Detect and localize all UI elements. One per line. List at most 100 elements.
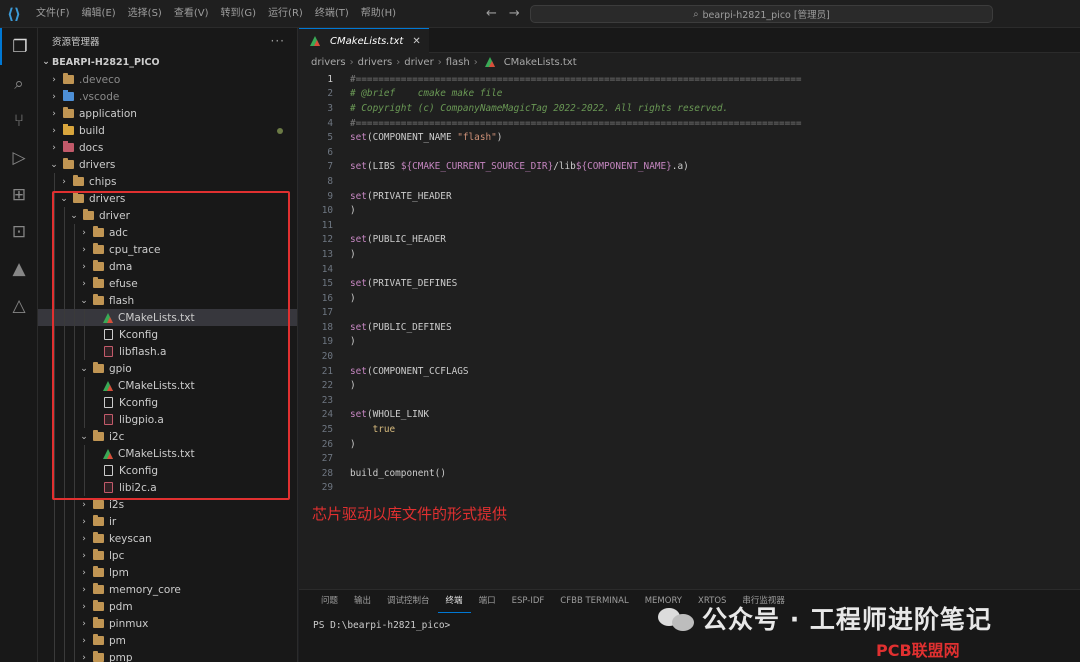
code-line[interactable]: 5 set(COMPONENT_NAME "flash") <box>299 130 1080 145</box>
menu-item[interactable]: 查看(V) <box>168 0 215 28</box>
tree-item[interactable]: CMakeLists.txt <box>38 377 297 394</box>
breadcrumb-item[interactable]: flash <box>446 57 470 68</box>
panel-tab[interactable]: 输出 <box>346 590 379 612</box>
code-line[interactable]: 11 <box>299 218 1080 233</box>
code-line[interactable]: 20 <box>299 349 1080 364</box>
tree-item[interactable]: › memory_core <box>38 581 297 598</box>
back-arrow-icon[interactable]: ← <box>486 0 497 28</box>
tree-item[interactable]: ⌄ drivers <box>38 156 297 173</box>
tree-item[interactable]: CMakeLists.txt <box>38 445 297 462</box>
panel-tab[interactable]: 终端 <box>437 590 471 613</box>
forward-arrow-icon[interactable]: → <box>509 0 520 28</box>
code-line[interactable]: 3 # Copyright (c) CompanyNameMagicTag 202… <box>299 101 1080 116</box>
breadcrumb-item[interactable]: CMakeLists.txt <box>504 57 577 68</box>
tree-item[interactable]: › .deveco <box>38 71 297 88</box>
tree-item[interactable]: ⌄ driver <box>38 207 297 224</box>
menu-item[interactable]: 帮助(H) <box>355 0 402 28</box>
remote-explorer-icon[interactable]: ⊡ <box>0 213 38 250</box>
tree-item[interactable]: › i2s <box>38 496 297 513</box>
code-line[interactable]: 13) <box>299 247 1080 262</box>
code-line[interactable]: 12 set(PUBLIC_HEADER <box>299 233 1080 248</box>
menu-item[interactable]: 终端(T) <box>309 0 355 28</box>
deveco-icon[interactable]: △ <box>0 287 38 324</box>
code-line[interactable]: 22) <box>299 378 1080 393</box>
code-line[interactable]: 21 set(COMPONENT_CCFLAGS <box>299 364 1080 379</box>
tree-item[interactable]: › pm <box>38 632 297 649</box>
code-line[interactable]: 18 set(PUBLIC_DEFINES <box>299 320 1080 335</box>
tree-item[interactable]: › ir <box>38 513 297 530</box>
code-line[interactable]: 14 <box>299 262 1080 277</box>
tree-item[interactable]: libgpio.a <box>38 411 297 428</box>
source-control-icon[interactable]: ⑂ <box>0 102 38 139</box>
tree-item[interactable]: › keyscan <box>38 530 297 547</box>
code-line[interactable]: 25 true <box>299 422 1080 437</box>
tree-item[interactable]: › lpm <box>38 564 297 581</box>
cmake-icon[interactable]: ▲ <box>0 250 38 287</box>
tree-item[interactable]: ⌄ drivers <box>38 190 297 207</box>
more-actions-icon[interactable]: ··· <box>271 34 285 48</box>
tree-item[interactable]: › adc <box>38 224 297 241</box>
code-line[interactable]: 7 set(LIBS ${CMAKE_CURRENT_SOURCE_DIR}/li… <box>299 160 1080 175</box>
code-line[interactable]: 6 <box>299 145 1080 160</box>
panel-tab[interactable]: CFBB TERMINAL <box>552 590 636 612</box>
tree-item[interactable]: › .vscode <box>38 88 297 105</box>
menu-item[interactable]: 转到(G) <box>215 0 263 28</box>
tree-item[interactable]: › pinmux <box>38 615 297 632</box>
code-line[interactable]: 17 <box>299 306 1080 321</box>
tree-item[interactable]: › chips <box>38 173 297 190</box>
workspace-header[interactable]: ⌄ BEARPI-H2821_PICO <box>38 53 297 71</box>
tree-item[interactable]: › efuse <box>38 275 297 292</box>
panel-tab[interactable]: ESP-IDF <box>504 590 553 612</box>
code-line[interactable]: 2 # @brief cmake make file <box>299 87 1080 102</box>
menu-item[interactable]: 编辑(E) <box>76 0 122 28</box>
explorer-icon[interactable]: ❐ <box>0 28 38 65</box>
code-line[interactable]: 4 #======================================… <box>299 116 1080 131</box>
code-line[interactable]: 10) <box>299 203 1080 218</box>
code-line[interactable]: 23 <box>299 393 1080 408</box>
tree-item[interactable]: ⌄ gpio <box>38 360 297 377</box>
code-editor[interactable]: 1 #======================================… <box>299 72 1080 495</box>
tree-item[interactable]: CMakeLists.txt <box>38 309 297 326</box>
code-line[interactable]: 29 <box>299 481 1080 496</box>
code-line[interactable]: 27 <box>299 451 1080 466</box>
menu-item[interactable]: 文件(F) <box>30 0 76 28</box>
code-line[interactable]: 26) <box>299 437 1080 452</box>
tab-cmakelists[interactable]: CMakeLists.txt ✕ <box>299 28 429 53</box>
tree-item[interactable]: Kconfig <box>38 326 297 343</box>
panel-tab[interactable]: 调试控制台 <box>379 590 438 612</box>
breadcrumb-item[interactable]: drivers <box>358 57 393 68</box>
code-line[interactable]: 28 build_component() <box>299 466 1080 481</box>
code-line[interactable]: 24 set(WHOLE_LINK <box>299 408 1080 423</box>
tree-item[interactable]: libi2c.a <box>38 479 297 496</box>
code-line[interactable]: 19) <box>299 335 1080 350</box>
menu-item[interactable]: 运行(R) <box>262 0 309 28</box>
tree-item[interactable]: › pdm <box>38 598 297 615</box>
code-line[interactable]: 8 <box>299 174 1080 189</box>
extensions-icon[interactable]: ⊞ <box>0 176 38 213</box>
tree-item[interactable]: › build <box>38 122 297 139</box>
run-debug-icon[interactable]: ▷ <box>0 139 38 176</box>
close-icon[interactable]: ✕ <box>412 36 420 47</box>
tree-item[interactable]: › application <box>38 105 297 122</box>
tree-item[interactable]: libflash.a <box>38 343 297 360</box>
tree-item[interactable]: Kconfig <box>38 394 297 411</box>
code-line[interactable]: 9 set(PRIVATE_HEADER <box>299 189 1080 204</box>
tree-item[interactable]: Kconfig <box>38 462 297 479</box>
code-line[interactable]: 1 #======================================… <box>299 72 1080 87</box>
tree-item[interactable]: ⌄ i2c <box>38 428 297 445</box>
panel-tab[interactable]: 端口 <box>471 590 504 612</box>
tree-item[interactable]: › pmp <box>38 649 297 662</box>
code-line[interactable]: 16) <box>299 291 1080 306</box>
breadcrumb-item[interactable]: driver <box>404 57 433 68</box>
tree-item[interactable]: › lpc <box>38 547 297 564</box>
breadcrumb-item[interactable]: drivers <box>311 57 346 68</box>
panel-tab[interactable]: 问题 <box>313 590 346 612</box>
menu-item[interactable]: 选择(S) <box>122 0 168 28</box>
tree-item[interactable]: › docs <box>38 139 297 156</box>
tree-item[interactable]: › cpu_trace <box>38 241 297 258</box>
search-icon[interactable]: ⌕ <box>0 65 38 102</box>
tree-item[interactable]: › dma <box>38 258 297 275</box>
command-center-search[interactable]: ⌕ bearpi-h2821_pico [管理员] <box>530 5 993 23</box>
code-line[interactable]: 15 set(PRIVATE_DEFINES <box>299 276 1080 291</box>
tree-item[interactable]: ⌄ flash <box>38 292 297 309</box>
